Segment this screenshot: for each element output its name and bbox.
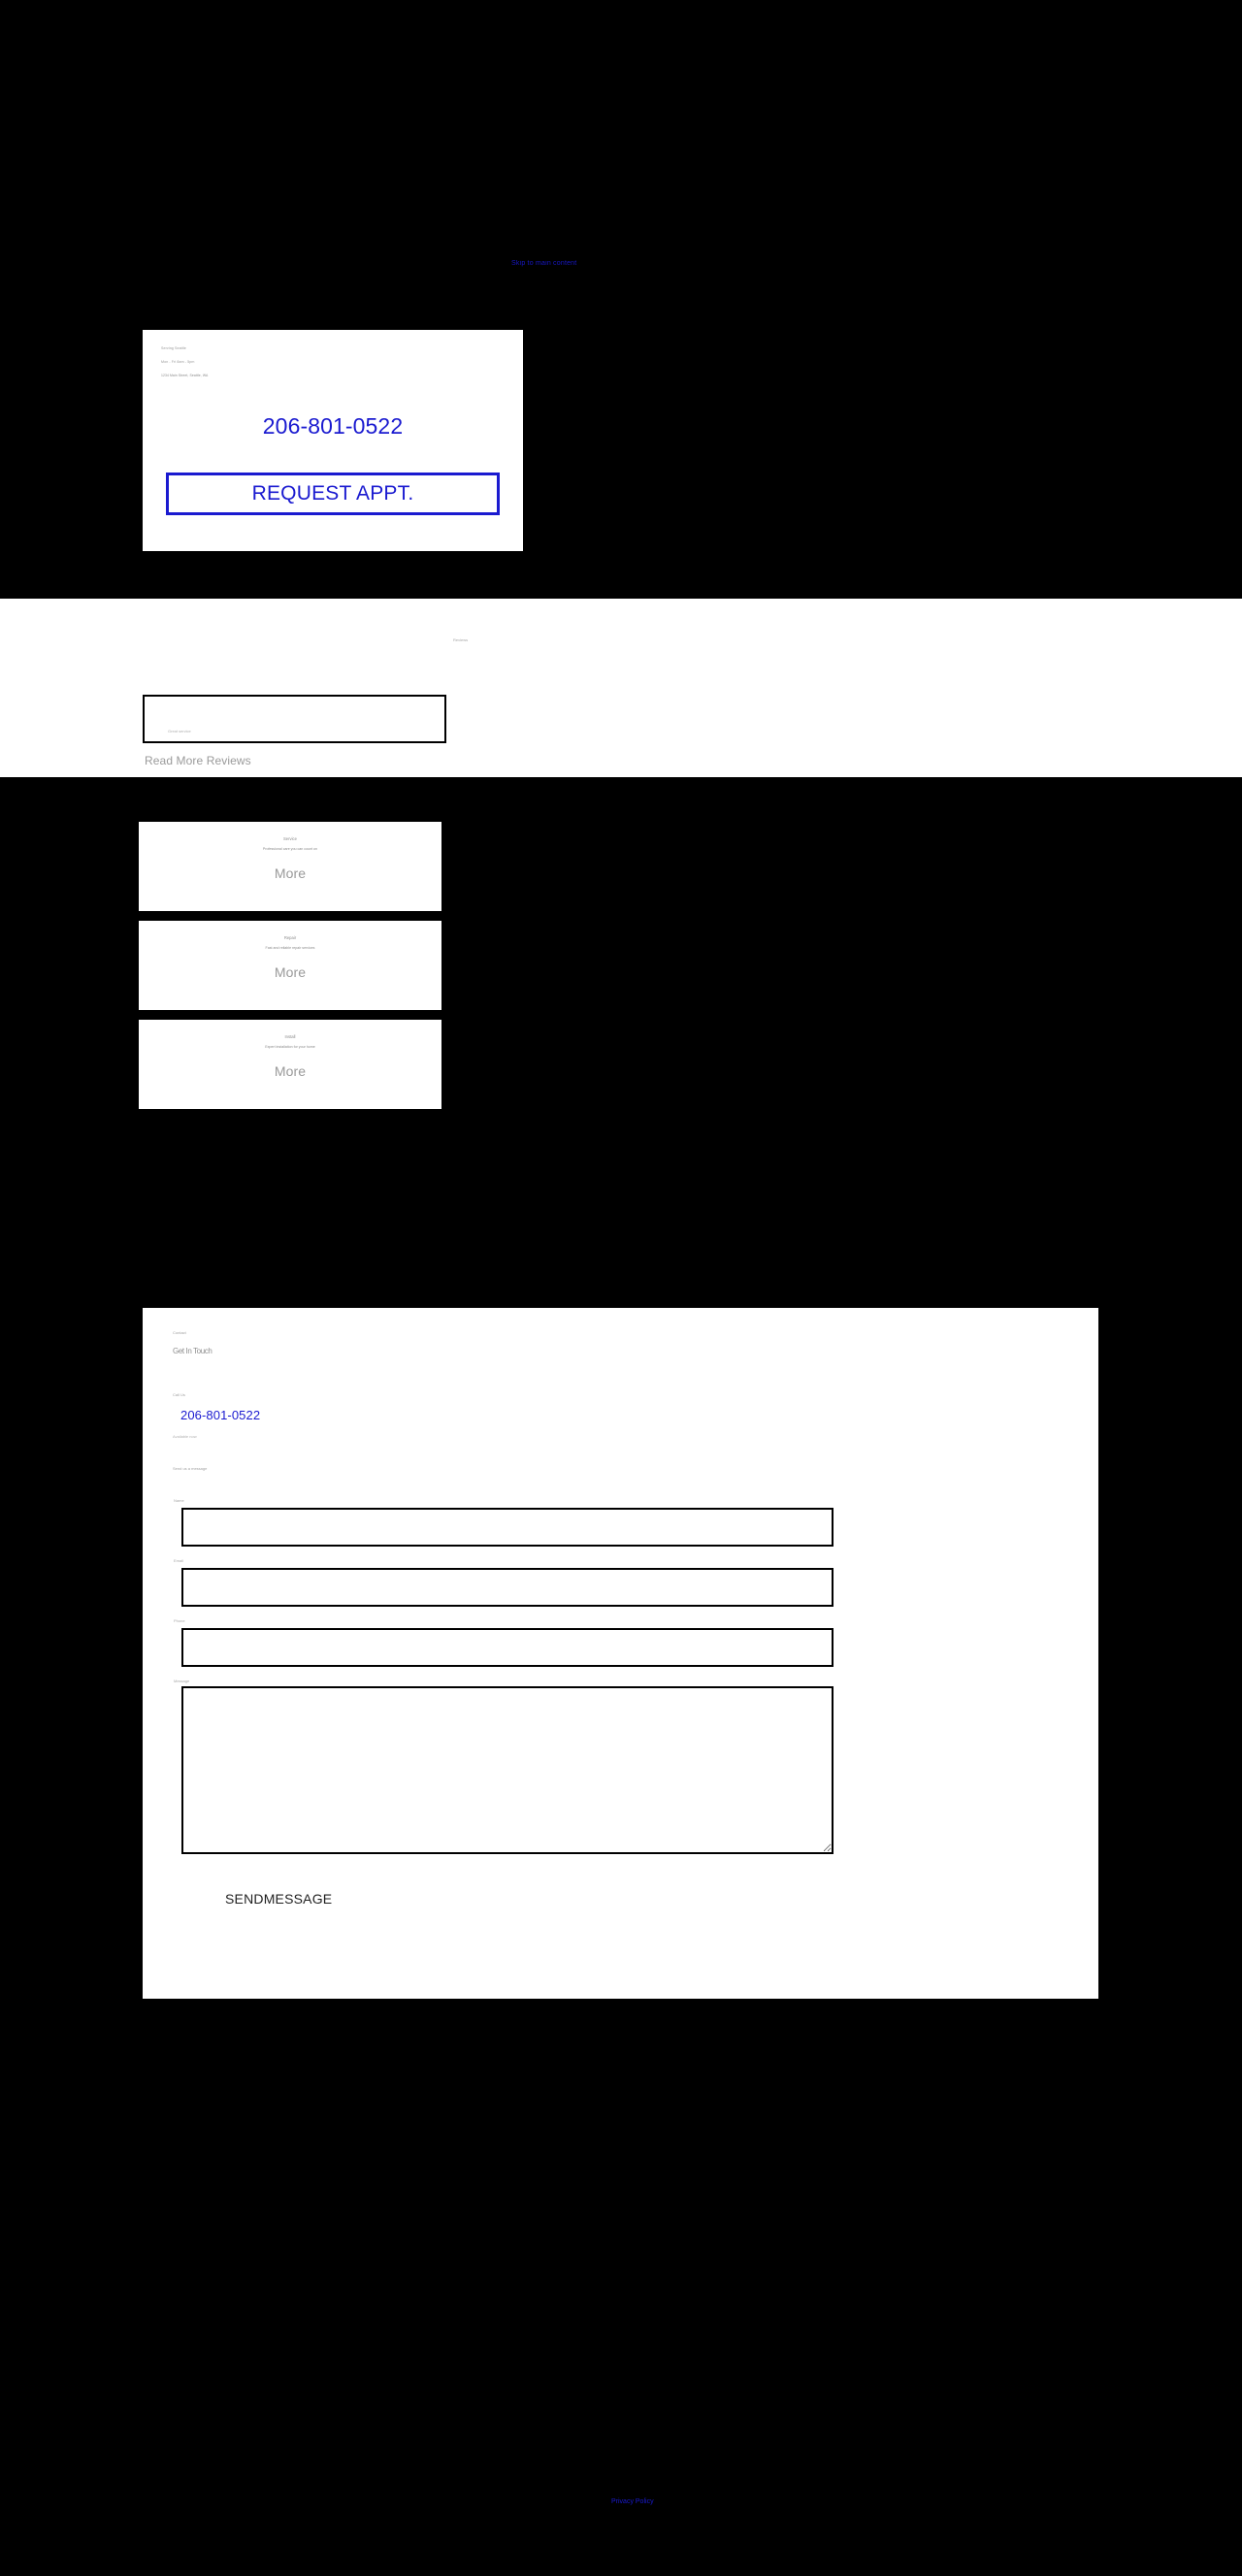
name-field-label: Name bbox=[174, 1498, 184, 1503]
info-card-more-link[interactable]: More bbox=[139, 865, 441, 881]
name-input[interactable] bbox=[181, 1508, 833, 1547]
review-card: Great service bbox=[143, 695, 446, 743]
footer-link[interactable]: Privacy Policy bbox=[611, 2498, 654, 2505]
info-card-title: Repair bbox=[283, 935, 297, 940]
send-message-button[interactable]: SENDMESSAGE bbox=[225, 1891, 332, 1907]
hero-micro-line-1: Serving Seattle bbox=[161, 346, 186, 350]
footer-section: Privacy Policy bbox=[0, 1999, 1242, 2576]
contact-phone-number[interactable]: 206-801-0522 bbox=[180, 1408, 260, 1422]
reviews-section: Reviews Great service Read More Reviews bbox=[0, 599, 1242, 777]
contact-heading: Get In Touch bbox=[173, 1347, 212, 1355]
request-appointment-button[interactable]: REQUEST APPT. bbox=[166, 473, 500, 515]
hero-micro-info: Serving Seattle Mon - Fri 8am - 5pm 1234… bbox=[161, 345, 375, 378]
info-card-subtitle: Fast and reliable repair services bbox=[265, 946, 315, 950]
read-more-reviews-link[interactable]: Read More Reviews bbox=[145, 754, 251, 767]
info-card-more-link[interactable]: More bbox=[139, 1063, 441, 1079]
contact-phone-sub: Available now bbox=[173, 1434, 197, 1439]
phone-field-label: Phone bbox=[174, 1618, 185, 1623]
contact-section: Contact Get In Touch Call Us 206-801-052… bbox=[143, 1308, 1098, 1999]
contact-form-eyebrow: Send us a message bbox=[173, 1466, 208, 1471]
info-card[interactable]: Repair Fast and reliable repair services… bbox=[139, 921, 441, 1010]
review-snippet: Great service bbox=[168, 729, 191, 734]
hero-card: Serving Seattle Mon - Fri 8am - 5pm 1234… bbox=[143, 330, 523, 551]
hero-micro-line-3: 1234 Main Street, Seattle, WA bbox=[161, 373, 209, 377]
hero-micro-line-2: Mon - Fri 8am - 5pm bbox=[161, 359, 195, 364]
hero-top-link[interactable]: Skip to main content bbox=[511, 260, 576, 267]
contact-eyebrow: Contact bbox=[173, 1330, 186, 1335]
page-root: Skip to main content Serving Seattle Mon… bbox=[0, 0, 1242, 2576]
email-input[interactable] bbox=[181, 1568, 833, 1607]
info-card-subtitle: Expert installation for your home bbox=[265, 1045, 315, 1049]
reviews-micro-heading: Reviews bbox=[453, 637, 469, 642]
phone-input[interactable] bbox=[181, 1628, 833, 1667]
message-field-label: Message bbox=[174, 1679, 190, 1683]
info-card[interactable]: Service Professional care you can count … bbox=[139, 822, 441, 911]
email-field-label: Email bbox=[174, 1558, 184, 1563]
message-textarea[interactable] bbox=[181, 1686, 833, 1854]
hero-phone-number[interactable]: 206-801-0522 bbox=[143, 413, 523, 440]
info-card-title: Service bbox=[283, 836, 297, 841]
info-cards-section: Service Professional care you can count … bbox=[0, 777, 1242, 1119]
info-card-title: Install bbox=[284, 1034, 296, 1039]
info-card-more-link[interactable]: More bbox=[139, 964, 441, 980]
info-card-subtitle: Professional care you can count on bbox=[262, 847, 318, 851]
contact-phone-label: Call Us bbox=[173, 1392, 185, 1397]
info-card[interactable]: Install Expert installation for your hom… bbox=[139, 1020, 441, 1109]
hero-section: Skip to main content Serving Seattle Mon… bbox=[0, 0, 1242, 585]
